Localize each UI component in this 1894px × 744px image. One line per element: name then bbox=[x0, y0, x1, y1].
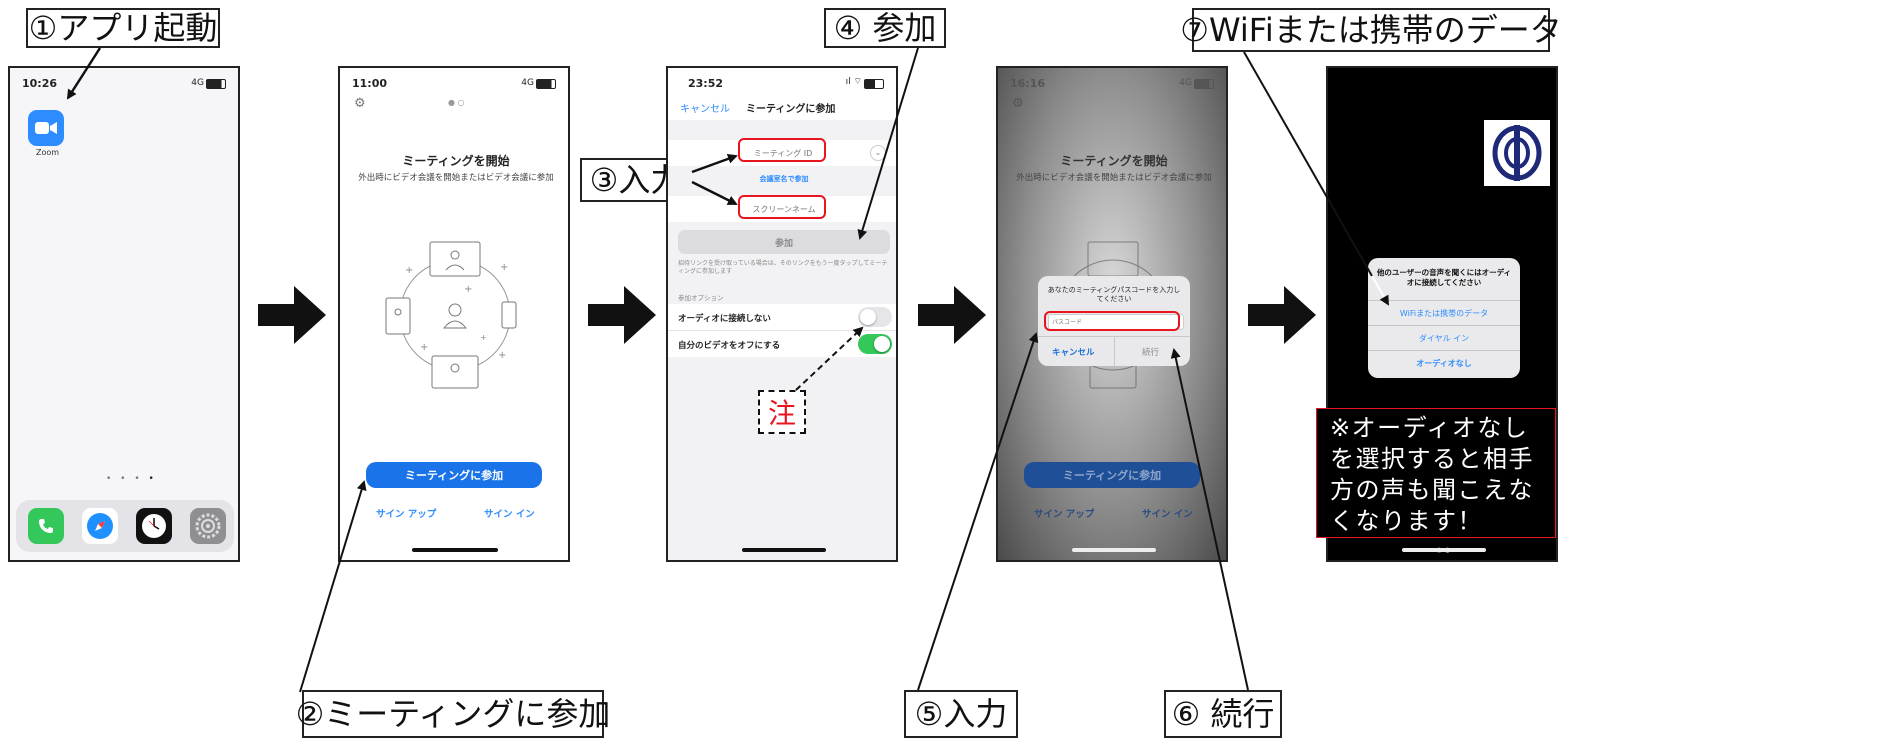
arrow-step5 bbox=[917, 332, 1039, 691]
arrow-step6 bbox=[1170, 348, 1249, 691]
arrow-step3a bbox=[691, 154, 738, 174]
arrow-step7-tip bbox=[1371, 275, 1389, 306]
arrow-step2 bbox=[299, 480, 367, 693]
arrow-step4 bbox=[857, 47, 919, 240]
arrow-step1 bbox=[66, 47, 102, 100]
arrow-note bbox=[795, 326, 864, 391]
annotation-arrows bbox=[66, 47, 1389, 693]
arrow-step3b bbox=[691, 180, 738, 206]
arrow-step7 bbox=[1243, 51, 1373, 277]
